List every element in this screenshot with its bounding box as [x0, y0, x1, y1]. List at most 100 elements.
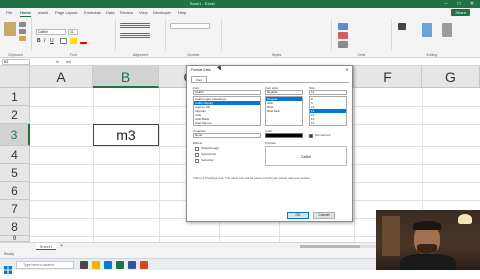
- underline-icon[interactable]: U: [50, 38, 54, 44]
- font-input[interactable]: Calibri: [193, 90, 261, 95]
- column-gridline: [354, 88, 355, 242]
- tab-review[interactable]: Review: [120, 9, 133, 16]
- column-gridline: [93, 88, 94, 242]
- status-text: Ready: [4, 252, 15, 256]
- tab-data[interactable]: Data: [106, 9, 114, 16]
- truetype-note: This is a TrueType font. The same font w…: [193, 176, 311, 180]
- insert-cells-icon[interactable]: [338, 23, 348, 30]
- row-header-4[interactable]: 4: [0, 146, 30, 164]
- italic-icon[interactable]: I: [44, 38, 45, 44]
- add-sheet-button[interactable]: +: [60, 243, 63, 250]
- find-select-icon[interactable]: [442, 23, 452, 37]
- row-header-5[interactable]: 5: [0, 164, 30, 182]
- excel-taskbar-icon[interactable]: [116, 261, 124, 269]
- size-list[interactable]: 8 9 10 11 12 14 16: [309, 96, 347, 126]
- cancel-button[interactable]: Cancel: [313, 212, 335, 219]
- column-header-f[interactable]: F: [354, 66, 422, 88]
- strikethrough-label: Strikethrough: [201, 146, 219, 150]
- column-header-g[interactable]: G: [422, 66, 480, 88]
- row-header-3[interactable]: 3: [0, 124, 30, 146]
- tab-developer[interactable]: Developer: [153, 9, 171, 16]
- scrollbar-thumb[interactable]: [300, 245, 360, 248]
- close-window-button[interactable]: ✕: [466, 0, 478, 8]
- dialog-close-button[interactable]: ✕: [344, 67, 350, 73]
- sheet-tab-sheet1[interactable]: Sheet1: [36, 243, 56, 250]
- font-style-item[interactable]: Bold Italic: [266, 109, 302, 113]
- size-input[interactable]: 11: [309, 90, 347, 95]
- share-button[interactable]: Share: [451, 9, 470, 16]
- preview-text: Calibri: [301, 155, 311, 159]
- ribbon: Clipboard Font Calibri 11 B I U Alignmen…: [0, 17, 480, 58]
- webcam-overlay: [376, 210, 480, 270]
- tab-insert[interactable]: Insert: [38, 9, 48, 16]
- tab-file[interactable]: File: [6, 9, 12, 16]
- ok-button[interactable]: OK: [287, 212, 309, 219]
- font-name-dropdown[interactable]: Calibri: [36, 29, 66, 35]
- indent-icon[interactable]: [120, 33, 150, 39]
- taskbar-search-input[interactable]: Type here to search: [16, 261, 74, 269]
- font-color-icon[interactable]: [80, 38, 87, 44]
- format-painter-icon[interactable]: [19, 36, 26, 41]
- font-style-list[interactable]: Regular Italic Bold Bold Italic: [265, 96, 303, 126]
- fill-color-icon[interactable]: [70, 38, 77, 44]
- edge-icon[interactable]: [104, 261, 112, 269]
- windows-start-icon[interactable]: [4, 261, 12, 274]
- font-list[interactable]: Calibri Light (Headings) Calibri (Body) …: [193, 96, 261, 126]
- row-header-7[interactable]: 7: [0, 200, 30, 218]
- tab-page-layout[interactable]: Page Layout: [55, 9, 77, 16]
- title-bar: Book1 - Excel – □ ✕: [0, 0, 480, 8]
- number-format-dropdown[interactable]: [170, 23, 210, 29]
- editing-group: Editing: [392, 19, 472, 57]
- format-cells-icon[interactable]: [338, 41, 348, 48]
- delete-cells-icon[interactable]: [338, 32, 348, 39]
- font-color-dropdown[interactable]: [265, 133, 303, 138]
- name-box[interactable]: B3: [2, 59, 30, 65]
- clipboard-group-label: Clipboard: [8, 53, 23, 57]
- row-header-2[interactable]: 2: [0, 106, 30, 124]
- row-header-1[interactable]: 1: [0, 88, 30, 106]
- size-list-item[interactable]: 16: [310, 121, 346, 125]
- styles-group: Styles: [222, 19, 332, 57]
- superscript-label: Superscript: [201, 152, 217, 156]
- tab-home[interactable]: Home: [20, 9, 32, 17]
- row-header-8[interactable]: 8: [0, 218, 30, 236]
- copy-icon[interactable]: [19, 29, 26, 34]
- tab-view[interactable]: View: [139, 9, 148, 16]
- font-group-label: Font: [69, 53, 77, 57]
- word-taskbar-icon[interactable]: [128, 261, 136, 269]
- font-size-dropdown[interactable]: 11: [68, 29, 78, 35]
- column-header-b[interactable]: B: [93, 66, 159, 88]
- column-header-a[interactable]: A: [30, 66, 93, 88]
- formula-input[interactable]: m3: [66, 58, 71, 66]
- cut-icon[interactable]: [19, 22, 26, 27]
- effects-label: Effects: [193, 141, 203, 145]
- font-list-item[interactable]: Arial Narrow: [194, 121, 260, 125]
- powerpoint-taskbar-icon[interactable]: [140, 261, 148, 269]
- tab-help[interactable]: Help: [178, 9, 186, 16]
- paste-icon[interactable]: [4, 22, 16, 36]
- borders-icon[interactable]: [60, 38, 67, 44]
- normal-font-label: Normal font: [315, 133, 331, 137]
- row-header-6[interactable]: 6: [0, 182, 30, 200]
- fx-icon[interactable]: fx: [56, 58, 59, 66]
- normal-font-checkbox[interactable]: [309, 134, 313, 138]
- font-style-input[interactable]: Regular: [265, 90, 303, 95]
- editing-group-label: Editing: [426, 53, 438, 57]
- strikethrough-checkbox[interactable]: [195, 147, 199, 151]
- sort-filter-icon[interactable]: [422, 23, 432, 37]
- task-view-icon[interactable]: [80, 261, 88, 269]
- minimize-button[interactable]: –: [440, 0, 452, 8]
- align-icon[interactable]: [120, 23, 150, 29]
- subscript-checkbox[interactable]: [195, 159, 199, 163]
- file-explorer-icon[interactable]: [92, 261, 100, 269]
- maximize-button[interactable]: □: [453, 0, 465, 8]
- presenter-beard: [417, 244, 437, 254]
- superscript-checkbox[interactable]: [195, 153, 199, 157]
- number-group: Number: [166, 19, 222, 57]
- bold-icon[interactable]: B: [37, 38, 41, 44]
- underline-dropdown[interactable]: None: [193, 133, 261, 138]
- tab-formulas[interactable]: Formulas: [84, 9, 101, 16]
- select-all-corner[interactable]: [0, 66, 30, 88]
- active-cell-b3[interactable]: m3: [93, 124, 159, 146]
- autosum-icon[interactable]: [398, 23, 406, 30]
